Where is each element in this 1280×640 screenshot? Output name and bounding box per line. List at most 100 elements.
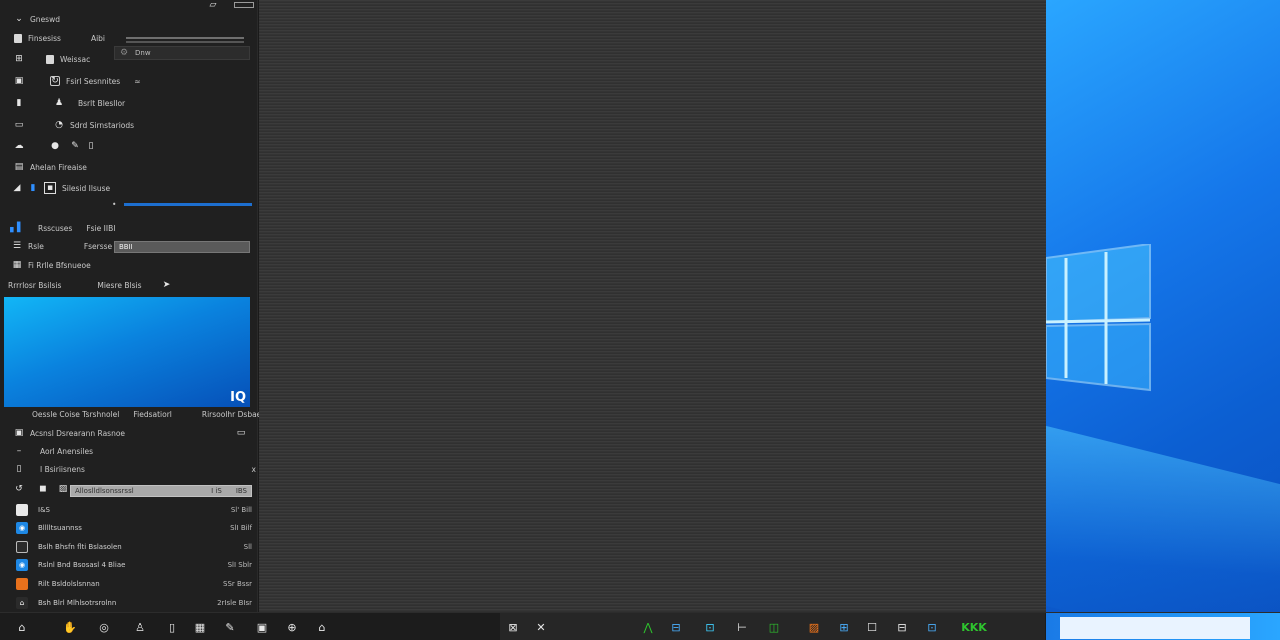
screen-icon: ▣ — [14, 428, 24, 438]
main-content-area — [259, 0, 1046, 612]
row-ahelan[interactable]: ▤ Ahelan Fireaise — [14, 162, 87, 172]
row-fi-rrlle[interactable]: ▦ Fi Rrlle Bfsnueoe — [12, 260, 91, 270]
list-item-label: I&S — [38, 506, 50, 514]
taskbar-green-app-icon[interactable]: ◫ — [766, 619, 782, 635]
taskbar-cyan-app-icon[interactable]: ⊡ — [702, 619, 718, 635]
list-item-label: Blllltsuannss — [38, 524, 82, 532]
preview-logo: IQ — [230, 390, 246, 405]
dropdown-field[interactable]: ⚙ Dnw — [114, 46, 250, 60]
taskbar-pawn-icon[interactable]: ♙ — [132, 619, 148, 635]
wallpaper-light-streak — [1046, 425, 1280, 612]
bell-icon: ● — [51, 141, 59, 151]
list-item-label: Bslh Bhsfn flti Bslasolen — [38, 543, 122, 551]
slider-track[interactable] — [126, 37, 244, 39]
chevron-icon: ⌄ — [15, 14, 23, 24]
taskbar-orange-app-icon[interactable]: ▨ — [806, 619, 822, 635]
list-item[interactable]: I&S Sl' Bill — [16, 503, 252, 517]
blue-square-icon: ▮ — [30, 183, 36, 193]
taskbar-bag-icon[interactable]: ⌂ — [314, 619, 330, 635]
cloud-icon: ☁ — [14, 141, 24, 151]
row-label: Silesid Ilsuse — [62, 183, 111, 193]
list-item[interactable]: Rilt Bsldolslsnnan SSr Bssr — [16, 577, 252, 591]
list-item-label: Rslnl Bnd Bsosasl 4 Bliae — [38, 561, 126, 569]
row-label: Aorl Anensiles — [40, 446, 93, 456]
list-item-label: Rilt Bsldolslsnnan — [38, 580, 100, 588]
selected-mid: I iS — [211, 487, 222, 495]
taskbar-windows-icon[interactable]: ⊞ — [836, 619, 852, 635]
row-mark: ≈ — [134, 76, 141, 86]
taskbar-home-icon[interactable]: ⌂ — [14, 619, 30, 635]
row-label: Ahelan Fireaise — [30, 162, 87, 172]
row-rsscuses[interactable]: ▖▌ Rsscuses Fsie IIBI — [10, 223, 116, 233]
taskbar: ⌂ ✋ ◎ ♙ ▯ ▦ ✎ ▣ ⊕ ⌂ ⊠ ✕ ⋀ ⊟ ⊡ ⊢ ◫ ▨ ⊞ ☐ … — [0, 612, 1280, 640]
row-weissac[interactable]: ⊞ Weissac — [14, 54, 90, 64]
grid-icon: ⊞ — [15, 54, 23, 64]
taskbar-globe-icon[interactable]: ◎ — [96, 619, 112, 635]
taskbar-pen-icon[interactable]: ✎ — [222, 619, 238, 635]
row-label: Rrrrlosr Bsilsis — [8, 280, 62, 290]
wallpaper-preview[interactable]: IQ — [4, 297, 250, 407]
taskbar-cross-icon[interactable]: ✕ — [533, 619, 549, 635]
value-field[interactable]: BBII — [114, 241, 250, 253]
row-icons[interactable]: ☁ ● ✎ ▯ — [14, 141, 102, 151]
taskbar-box-icon[interactable]: ⊠ — [505, 619, 521, 635]
taskbar-highlight — [1060, 617, 1250, 639]
taskbar-blue-app-icon[interactable]: ⊟ — [668, 619, 684, 635]
list-item[interactable]: ◉ Blllltsuannss SlI Bilf — [16, 521, 252, 535]
slider-track-2[interactable] — [126, 41, 244, 43]
field-value: BBII — [119, 243, 133, 251]
dash-icon: – — [16, 446, 22, 456]
caption-mid: Fiedsatiorl — [133, 410, 172, 419]
row-value: Aibi — [90, 34, 105, 43]
row-rsle[interactable]: ☰ Rsle Fsersse — [12, 241, 112, 251]
row-rrrrlosr[interactable]: Rrrrlosr Bsilsis Miesre Blsis ➤ — [8, 280, 178, 290]
close-icon[interactable]: x — [252, 465, 256, 474]
row-label: Bsrlt Blesllor — [78, 98, 126, 108]
taskbar-doc-icon[interactable]: ☐ — [864, 619, 880, 635]
list-item[interactable]: Bslh Bhsfn flti Bslasolen Sll — [16, 540, 252, 554]
folder-icon: ◼ — [39, 484, 47, 494]
copy-icon: ▯ — [88, 141, 94, 151]
app-icon — [16, 541, 28, 553]
document-icon — [14, 34, 22, 43]
user-icon: ♟ — [54, 98, 64, 108]
row-acsnsl[interactable]: ▣ Acsnsl Dsrearann Rasnoe ▭ — [14, 428, 252, 438]
row-bsiriisnens[interactable]: ▯ I Bsiriisnens x — [14, 464, 256, 474]
selected-item-field[interactable]: Alloslldlsonssrssl I iS IBS — [70, 485, 252, 497]
row-aorl[interactable]: – Aorl Anensiles — [14, 446, 93, 456]
taskbar-app-icon[interactable]: ▣ — [254, 619, 270, 635]
taskbar-tool-icon[interactable]: ⊢ — [734, 619, 750, 635]
app-icon — [16, 504, 28, 516]
taskbar-hand-icon[interactable]: ✋ — [62, 619, 78, 635]
row-value: Fsersse — [83, 241, 113, 251]
taskbar-add-icon[interactable]: ⊕ — [284, 619, 300, 635]
list-item[interactable]: ⌂ Bsh Blrl Mlhlsotrsrolnn 2rIsle BIsr — [16, 596, 252, 610]
row-label: Fi Rrlle Bfsnueoe — [28, 260, 91, 270]
row-finsesiss[interactable]: Finsesiss Aibi — [14, 34, 105, 43]
window-controls[interactable]: ▱ — [208, 0, 254, 10]
list-item-value: Sll — [243, 543, 252, 551]
window-button[interactable] — [234, 2, 254, 8]
taskbar-keyboard-icon[interactable]: ⊟ — [894, 619, 910, 635]
taskbar-phone-icon[interactable]: ▯ — [164, 619, 180, 635]
calendar-icon: ▦ — [12, 260, 22, 270]
app-icon — [16, 578, 28, 590]
row-fsirl[interactable]: ▣ ↻ Fsirl Sesnnites ≈ — [14, 76, 141, 86]
row-silesid[interactable]: ◢ ▮ ▪ Silesid Ilsuse — [12, 182, 110, 194]
taskbar-grid-icon[interactable]: ▦ — [192, 619, 208, 635]
square-icon: ▣ — [14, 76, 24, 86]
taskbar-green-label[interactable]: KKK — [954, 619, 994, 635]
row-label: Acsnsl Dsrearann Rasnoe — [30, 428, 126, 438]
accent-slider[interactable] — [124, 203, 252, 206]
row-value: Fsie IIBI — [86, 223, 116, 233]
preview-caption: Oessle Coise Tsrshnolel Fiedsatiorl Rirs… — [32, 410, 261, 419]
list-item[interactable]: ◉ Rslnl Bnd Bsosasl 4 Bliae SlI Sblr — [16, 558, 252, 572]
taskbar-blue-box-icon[interactable]: ⊡ — [924, 619, 940, 635]
device-icon: ▪ — [44, 182, 56, 194]
taskbar-green-arrow-icon[interactable]: ⋀ — [640, 619, 656, 635]
row-sdrd[interactable]: ▭ ◔ Sdrd Sirnstariods — [14, 120, 134, 130]
window-icon[interactable]: ▱ — [208, 0, 218, 10]
row-selected[interactable]: ↺ ◼ ▨ — [14, 484, 74, 494]
row-bsrlt[interactable]: ▮ ♟ Bsrlt Blesllor — [14, 98, 126, 108]
slider-mark: • — [112, 200, 117, 209]
